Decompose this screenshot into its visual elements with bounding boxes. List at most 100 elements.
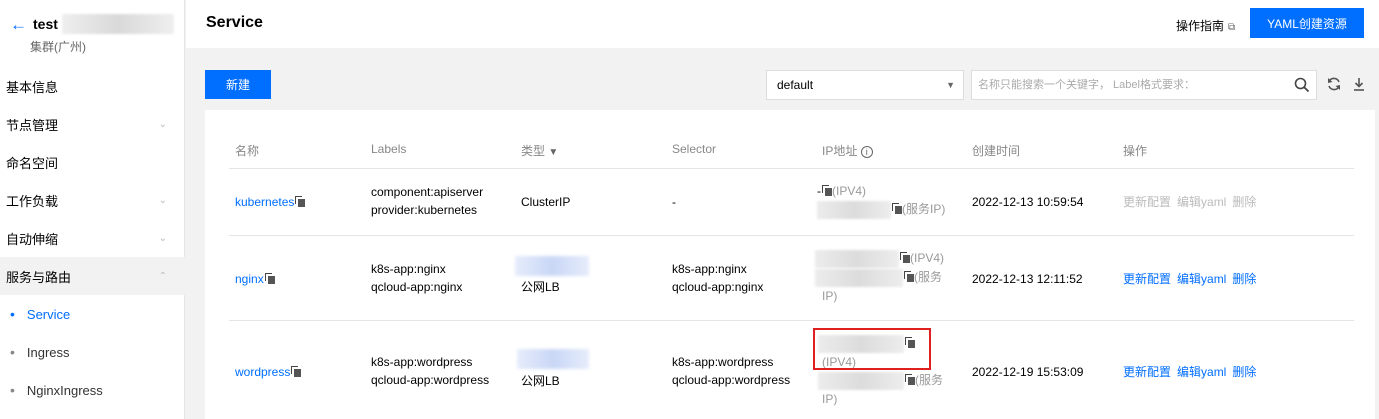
sidebar-item-autoscale[interactable]: 自动伸缩 ⌄ <box>0 219 185 257</box>
redacted-lb-id <box>517 349 589 369</box>
label-text: component:apiserver <box>371 185 484 199</box>
service-name-link[interactable]: nginx <box>235 272 264 286</box>
highlight-annotation-box <box>813 328 931 370</box>
row-kubernetes-created: 2022-12-13 10:59:54 <box>972 195 1084 209</box>
header-type-label: 类型 <box>521 144 546 158</box>
sidebar-item-services-routing[interactable]: 服务与路由 ⌃ <box>0 257 185 295</box>
cluster-header: ← test <box>10 14 174 34</box>
delete-link[interactable]: 删除 <box>1232 365 1256 379</box>
namespace-select[interactable]: default ▼ <box>766 70 964 100</box>
ip-type-label: (服务 <box>914 269 942 284</box>
sidebar-subitem-service[interactable]: • Service <box>0 295 185 333</box>
header-labels: Labels <box>371 142 407 156</box>
filter-icon[interactable]: ▼ <box>548 147 558 158</box>
row-nginx-type: 公网LB <box>521 280 560 294</box>
sidebar-subitem-nginx-ingress[interactable]: • NginxIngress <box>0 371 185 409</box>
row-kubernetes-ops: 更新配置 编辑yaml 删除 <box>1123 193 1262 211</box>
yaml-create-button[interactable]: YAML创建资源 <box>1250 8 1364 38</box>
sidebar: ← test 集群(广州) 基本信息 节点管理 ⌄ 命名空间 工作负载 ⌄ 自动伸缩… <box>0 0 185 419</box>
sidebar-item-workloads[interactable]: 工作负载 ⌄ <box>0 181 185 219</box>
row-nginx-selector: k8s-app:nginx qcloud-app:nginx <box>672 260 763 296</box>
edit-yaml-link[interactable]: 编辑yaml <box>1177 365 1226 379</box>
sidebar-item-namespace[interactable]: 命名空间 <box>0 143 185 181</box>
bullet-icon: • <box>10 306 15 322</box>
service-table: 名称 Labels 类型 ▼ Selector IP地址 i 创建时间 操作 k… <box>205 110 1375 419</box>
label-text: qcloud-app:wordpress <box>371 373 490 387</box>
row-kubernetes-name: kubernetes <box>235 193 306 211</box>
sidebar-item-label: 节点管理 <box>6 117 59 133</box>
ip-type-label: (IPV4) <box>832 184 867 198</box>
redacted-ip <box>817 200 891 219</box>
sidebar-item-basic-info[interactable]: 基本信息 <box>0 67 185 105</box>
row-wordpress-labels: k8s-app:wordpress qcloud-app:wordpress <box>371 353 489 389</box>
back-arrow-icon[interactable]: ← <box>10 16 27 33</box>
ip-type-label: (IPV4) <box>910 251 945 265</box>
delete-link[interactable]: 删除 <box>1232 272 1256 286</box>
new-button[interactable]: 新建 <box>205 70 271 99</box>
copy-icon[interactable] <box>291 366 302 377</box>
page-header: Service 操作指南 ⧉ YAML创建资源 <box>186 0 1379 48</box>
row-nginx-created: 2022-12-13 12:11:52 <box>972 272 1083 286</box>
sidebar-item-label: 命名空间 <box>6 155 59 171</box>
search-input[interactable] <box>972 71 1282 99</box>
ip-type-label: IP) <box>822 288 838 303</box>
service-name-link[interactable]: kubernetes <box>235 195 294 209</box>
delete-link[interactable]: 删除 <box>1232 195 1256 209</box>
copy-icon[interactable] <box>904 270 914 282</box>
row-wordpress-name: wordpress <box>235 363 302 381</box>
label-text: k8s-app:wordpress <box>371 355 473 369</box>
row-kubernetes-type: ClusterIP <box>521 195 571 209</box>
copy-icon[interactable] <box>295 196 306 207</box>
label-text: k8s-app:nginx <box>371 262 446 276</box>
label-text: qcloud-app:nginx <box>371 280 463 294</box>
update-config-link[interactable]: 更新配置 <box>1123 272 1171 286</box>
copy-icon[interactable] <box>905 373 915 385</box>
guide-link[interactable]: 操作指南 ⧉ <box>1176 17 1235 34</box>
header-ops: 操作 <box>1123 144 1148 158</box>
sidebar-item-label: 基本信息 <box>6 79 59 95</box>
row-wordpress-type: 公网LB <box>521 374 560 388</box>
update-config-link[interactable]: 更新配置 <box>1123 195 1171 209</box>
cluster-name: test <box>33 16 58 32</box>
sidebar-item-nodes[interactable]: 节点管理 ⌄ <box>0 105 185 143</box>
row-kubernetes-selector: - <box>672 195 676 209</box>
service-name-link[interactable]: wordpress <box>235 365 290 379</box>
row-nginx-ip: (IPV4) (服务 IP) <box>815 249 944 305</box>
info-icon[interactable]: i <box>860 146 873 158</box>
sidebar-subitem-label: Service <box>26 306 71 322</box>
sidebar-subitem-ingress[interactable]: • Ingress <box>0 333 185 371</box>
sidebar-subitem-label: Ingress <box>26 344 70 360</box>
row-wordpress-created: 2022-12-19 15:53:09 <box>972 365 1084 379</box>
chevron-down-icon: ⌄ <box>158 118 167 130</box>
header-type[interactable]: 类型 ▼ <box>521 142 558 159</box>
header-name: 名称 <box>235 144 260 158</box>
row-divider <box>229 320 1354 321</box>
label-text: provider:kubernetes <box>371 203 478 217</box>
selector-text: k8s-app:nginx <box>672 262 747 276</box>
search-box <box>971 70 1317 100</box>
redacted-lb-id <box>515 256 589 276</box>
row-nginx-name: nginx <box>235 270 275 288</box>
ip-dash: - <box>817 184 821 198</box>
redacted-ip <box>815 268 903 287</box>
row-wordpress-selector: k8s-app:wordpress qcloud-app:wordpress <box>672 353 790 389</box>
row-nginx-labels: k8s-app:nginx qcloud-app:nginx <box>371 260 462 296</box>
copy-icon[interactable] <box>900 252 910 263</box>
copy-icon[interactable] <box>822 185 832 196</box>
guide-label: 操作指南 <box>1176 19 1225 33</box>
chevron-down-icon: ⌄ <box>158 194 167 206</box>
sidebar-item-label: 工作负载 <box>6 193 59 209</box>
sidebar-item-label: 自动伸缩 <box>6 231 59 247</box>
edit-yaml-link[interactable]: 编辑yaml <box>1177 272 1226 286</box>
download-icon[interactable] <box>1351 76 1367 92</box>
edit-yaml-link[interactable]: 编辑yaml <box>1177 195 1226 209</box>
update-config-link[interactable]: 更新配置 <box>1123 365 1171 379</box>
header-ip: IP地址 i <box>822 142 873 159</box>
refresh-icon[interactable] <box>1326 76 1342 92</box>
copy-icon[interactable] <box>264 273 275 284</box>
copy-icon[interactable] <box>892 203 902 214</box>
bullet-icon: • <box>10 382 15 398</box>
search-icon[interactable] <box>1294 77 1310 93</box>
ip-type-label: IP) <box>822 391 838 406</box>
namespace-value: default <box>777 78 814 92</box>
